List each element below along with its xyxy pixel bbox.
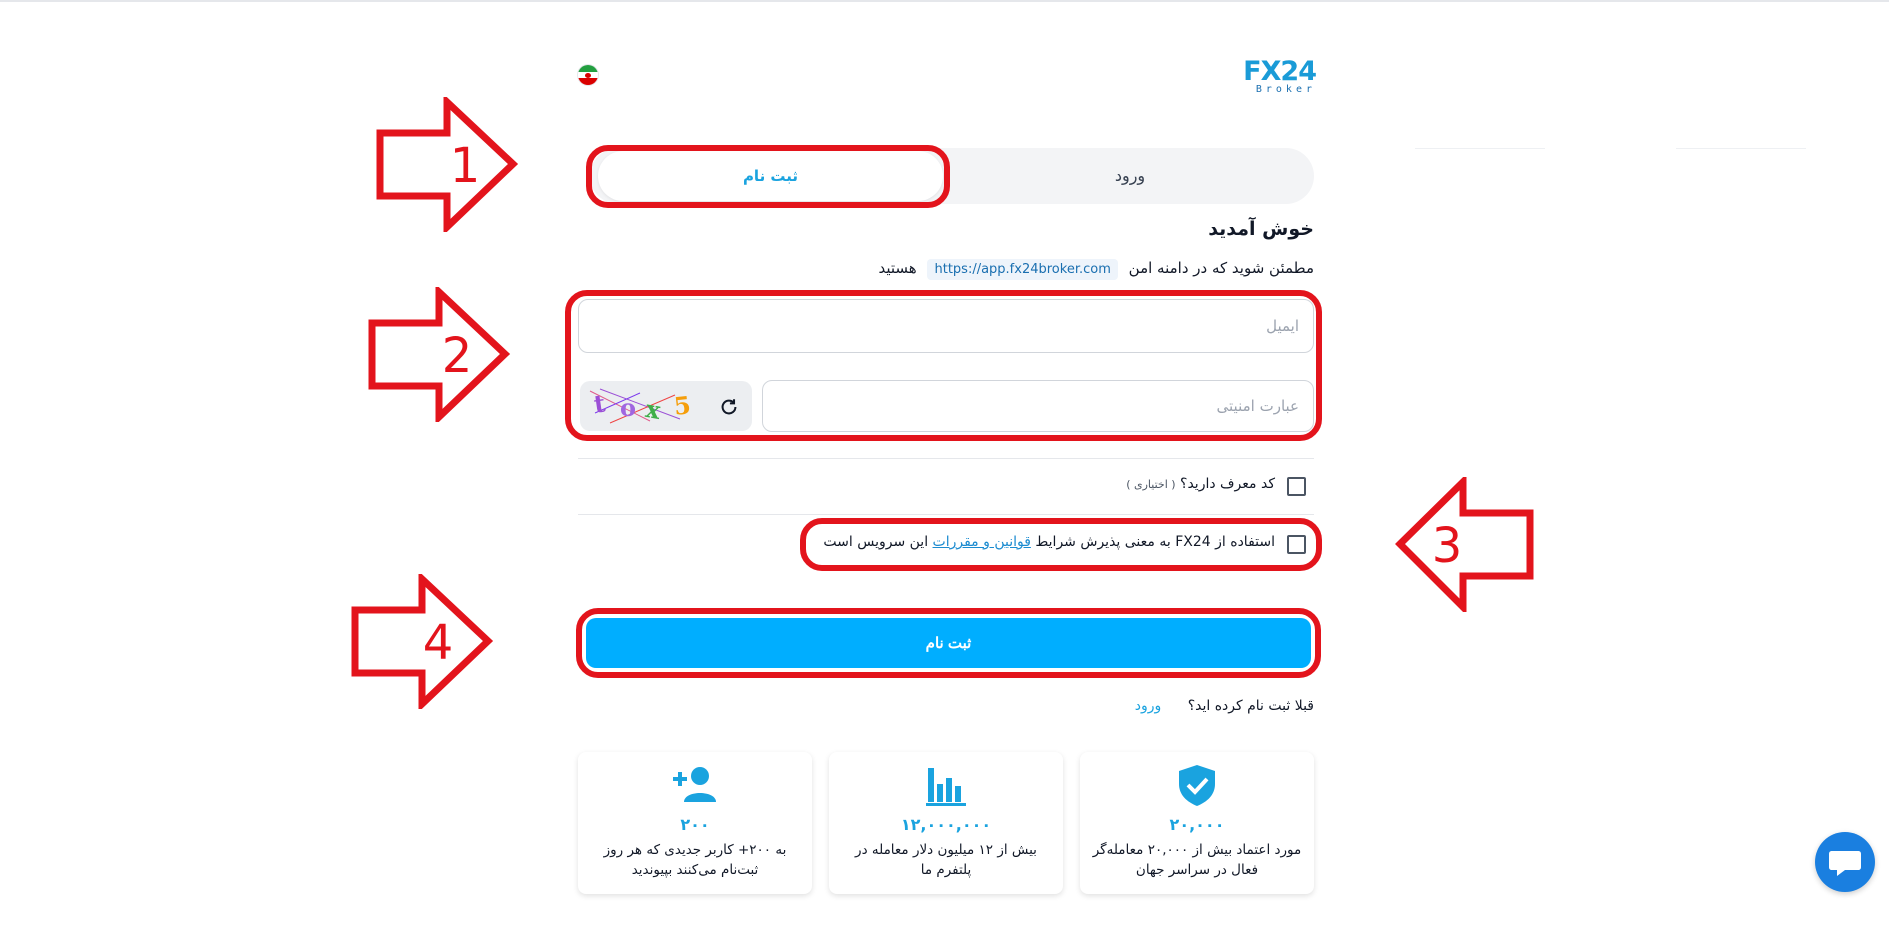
tab-login[interactable]: ورود: [1060, 151, 1200, 201]
logo-main-text: FX24: [1243, 56, 1317, 87]
logo-sub-text: Broker: [1255, 84, 1316, 95]
already-registered-text: قبلا ثبت نام کرده اید؟: [1187, 698, 1314, 714]
stat-value: ۲۰۰: [680, 815, 710, 834]
annotation-box-2: [565, 290, 1322, 441]
annotation-number: 3: [1432, 518, 1463, 574]
chat-button[interactable]: [1815, 832, 1875, 892]
welcome-heading: خوش آمدید: [1208, 218, 1314, 240]
stat-card: ۲۰۰ به ۲۰۰+ کاربر جدیدی که هر روز ثبت‌نا…: [578, 752, 812, 894]
divider: [578, 514, 1314, 515]
referral-checkbox[interactable]: [1287, 477, 1306, 496]
referral-label: کد معرف دارید؟ ( اختیاری ): [1126, 476, 1275, 492]
annotation-arrow-4: 4: [351, 574, 494, 709]
annotation-box-1: [586, 145, 950, 208]
iran-flag-icon[interactable]: [578, 65, 598, 85]
add-user-icon: [673, 767, 716, 802]
chat-icon: [1829, 851, 1861, 876]
stat-text: به ۲۰۰+ کاربر جدیدی که هر روز ثبت‌نام می…: [603, 842, 787, 878]
login-link[interactable]: ورود: [1135, 698, 1162, 714]
stat-text: بیش از ۱۲ میلیون دلار معامله در پلتفرم م…: [855, 842, 1037, 878]
top-border: [0, 0, 1889, 2]
annotation-arrow-2: 2: [368, 287, 511, 422]
security-notice-before: مطمئن شوید که در دامنه امن: [1128, 259, 1314, 277]
faint-divider: [1676, 148, 1806, 149]
security-notice-after: هستید: [878, 259, 917, 277]
stat-card: ۱۲,۰۰۰,۰۰۰ بیش از ۱۲ میلیون دلار معامله …: [829, 752, 1063, 894]
faint-divider: [1415, 148, 1545, 149]
stat-text: مورد اعتماد بیش از ۲۰,۰۰۰ معامله‌گر فعال…: [1092, 842, 1302, 878]
secure-domain-chip: https://app.fx24broker.com: [927, 259, 1118, 280]
stat-value: ۱۲,۰۰۰,۰۰۰: [900, 815, 992, 834]
verified-shield-icon: [1179, 765, 1215, 806]
annotation-arrow-1: 1: [376, 97, 519, 232]
annotation-number: 1: [450, 138, 481, 194]
divider: [578, 458, 1314, 459]
referral-label-text: کد معرف دارید؟: [1180, 476, 1275, 492]
already-registered: قبلا ثبت نام کرده اید؟ ورود: [1135, 698, 1314, 714]
stat-card: ۲۰,۰۰۰ مورد اعتماد بیش از ۲۰,۰۰۰ معامله‌…: [1080, 752, 1314, 894]
annotation-box-3: [800, 518, 1322, 571]
annotation-arrow-3: 3: [1395, 477, 1534, 612]
annotation-number: 4: [423, 615, 454, 671]
annotation-number: 2: [442, 328, 473, 384]
stat-value: ۲۰,۰۰۰: [1169, 815, 1225, 834]
annotation-box-4: [576, 608, 1321, 678]
security-notice: مطمئن شوید که در دامنه امن https://app.f…: [878, 259, 1314, 280]
bar-chart-icon: [926, 768, 966, 806]
referral-optional-text: ( اختیاری ): [1126, 478, 1176, 491]
fx24-logo[interactable]: FX24 Broker: [1234, 56, 1317, 95]
